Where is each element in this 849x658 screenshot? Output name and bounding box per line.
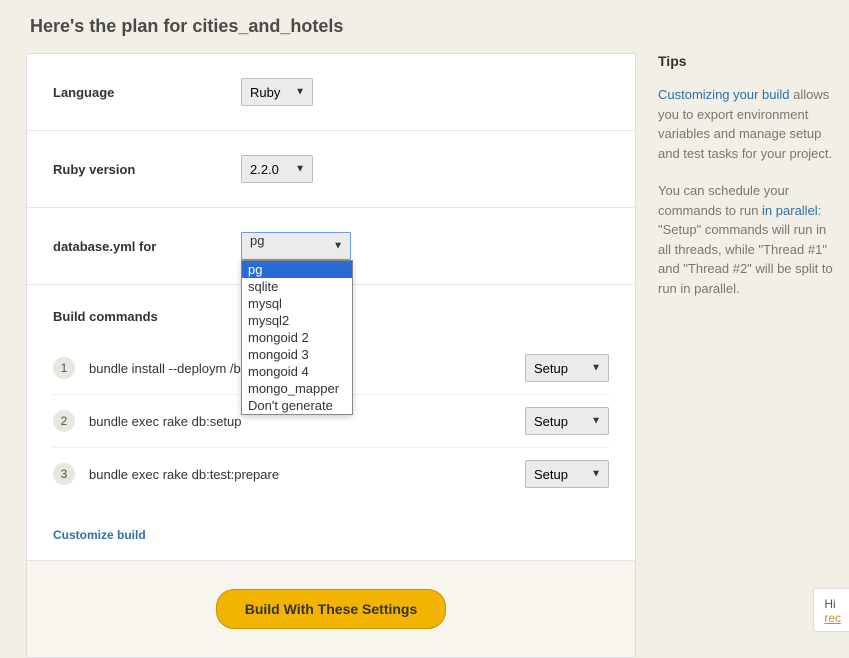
page-title: Here's the plan for cities_and_hotels	[0, 0, 849, 53]
database-label: database.yml for	[53, 239, 241, 254]
database-select[interactable]: pg	[241, 232, 351, 260]
chat-link[interactable]: rec	[824, 611, 841, 625]
dropdown-option[interactable]: sqlite	[242, 278, 352, 295]
in-parallel-link[interactable]: in parallel	[762, 203, 818, 218]
command-type-select[interactable]: Setup	[525, 460, 609, 488]
ruby-version-label: Ruby version	[53, 162, 241, 177]
command-type-select[interactable]: Setup	[525, 354, 609, 382]
dropdown-option[interactable]: mysql2	[242, 312, 352, 329]
dropdown-option[interactable]: Don't generate	[242, 397, 352, 414]
chat-widget[interactable]: Hi rec	[813, 588, 849, 632]
command-number-badge: 3	[53, 463, 75, 485]
command-type-select[interactable]: Setup	[525, 407, 609, 435]
customizing-build-link[interactable]: Customizing your build	[658, 87, 790, 102]
database-dropdown: pg sqlite mysql mysql2 mongoid 2 mongoid…	[241, 260, 353, 415]
command-number-badge: 1	[53, 357, 75, 379]
command-number-badge: 2	[53, 410, 75, 432]
build-plan-panel: Language Ruby ▼ Ruby version 2.2.0 ▼ dat…	[26, 53, 636, 658]
tips-paragraph: Customizing your build allows you to exp…	[658, 85, 836, 163]
language-select[interactable]: Ruby	[241, 78, 313, 106]
tips-paragraph: You can schedule your commands to run in…	[658, 181, 836, 298]
tips-title: Tips	[658, 53, 836, 69]
ruby-version-select[interactable]: 2.2.0	[241, 155, 313, 183]
dropdown-option[interactable]: mongoid 4	[242, 363, 352, 380]
build-button[interactable]: Build With These Settings	[216, 589, 447, 629]
dropdown-option[interactable]: mongoid 2	[242, 329, 352, 346]
command-text: bundle exec rake db:setup	[89, 414, 525, 429]
command-text: bundle exec rake db:test:prepare	[89, 467, 525, 482]
database-select-value: pg	[250, 233, 264, 248]
dropdown-option[interactable]: mongoid 3	[242, 346, 352, 363]
build-footer: Build With These Settings	[27, 560, 635, 657]
dropdown-option[interactable]: pg	[242, 261, 352, 278]
tips-sidebar: Tips Customizing your build allows you t…	[658, 53, 836, 658]
database-row: database.yml for pg ▼ pg sqlite mysql my…	[27, 208, 635, 285]
language-row: Language Ruby ▼	[27, 54, 635, 131]
chat-text: Hi	[824, 597, 841, 611]
dropdown-option[interactable]: mongo_mapper	[242, 380, 352, 397]
language-label: Language	[53, 85, 241, 100]
command-row: 3 bundle exec rake db:test:prepare Setup…	[53, 447, 609, 500]
customize-build-link[interactable]: Customize build	[53, 528, 146, 542]
dropdown-option[interactable]: mysql	[242, 295, 352, 312]
ruby-version-row: Ruby version 2.2.0 ▼	[27, 131, 635, 208]
